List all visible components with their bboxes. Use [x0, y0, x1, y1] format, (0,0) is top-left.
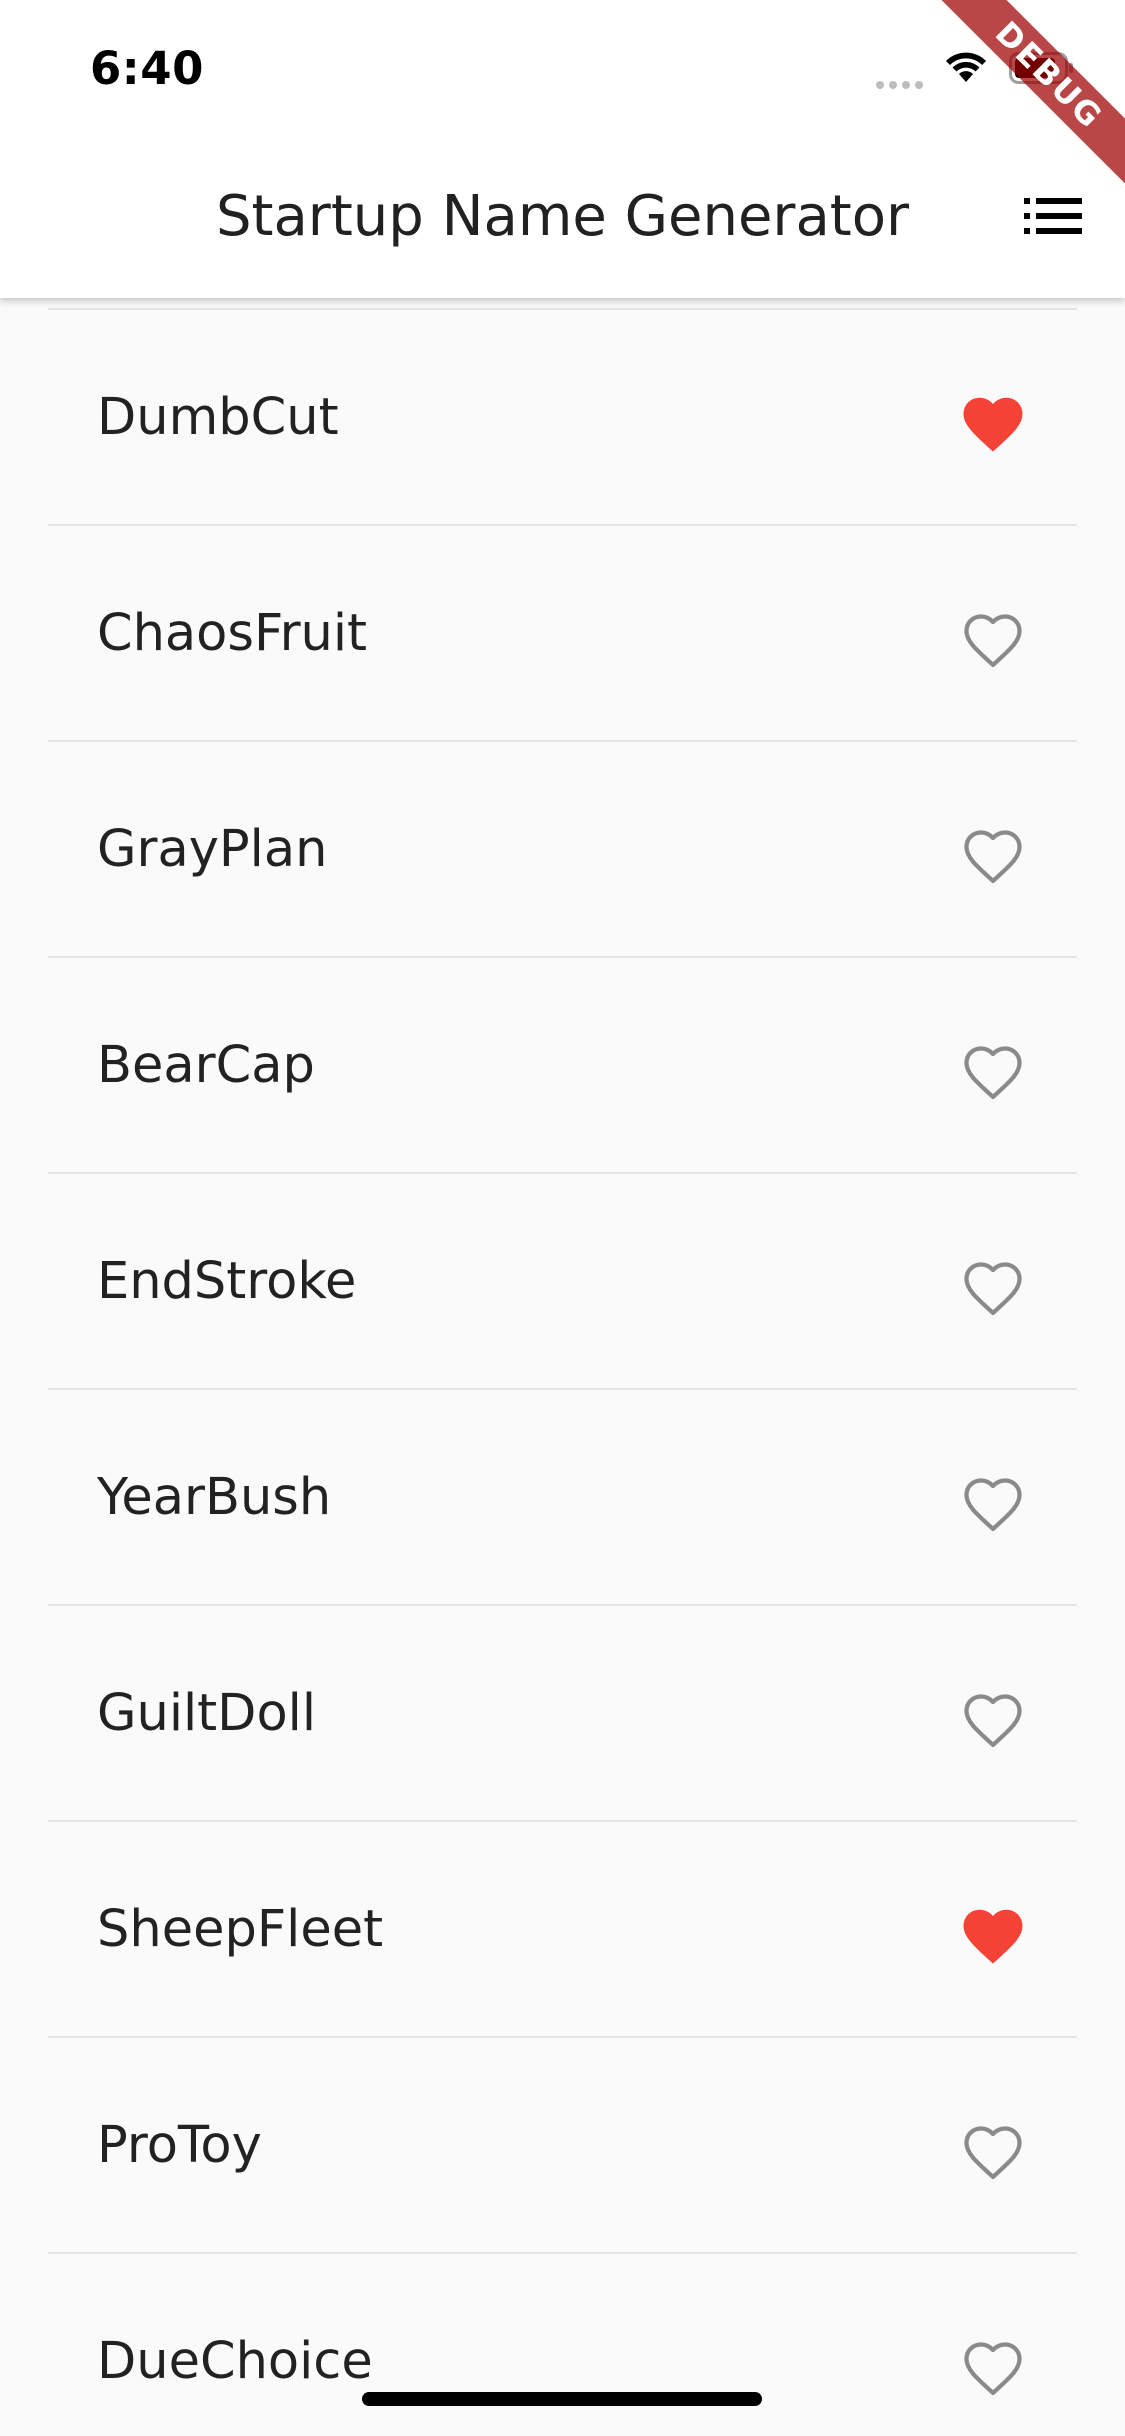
- favorite-outline-icon[interactable]: [950, 2326, 1036, 2412]
- favorite-filled-icon[interactable]: [950, 382, 1036, 468]
- wifi-icon: [945, 52, 987, 88]
- home-indicator[interactable]: [362, 2392, 762, 2406]
- suggestions-list[interactable]: DumbCut ChaosFruit GrayPlan BearCap EndStrok…: [0, 308, 1125, 2436]
- suggestion-name: EndStroke: [97, 1252, 357, 1311]
- list-item[interactable]: EndStroke: [0, 1174, 1125, 1390]
- suggestion-name: GuiltDoll: [97, 1684, 316, 1743]
- favorite-outline-icon[interactable]: [950, 1678, 1036, 1764]
- list-item[interactable]: BearCap: [0, 958, 1125, 1174]
- battery-icon: [1009, 51, 1075, 89]
- list-icon: [1024, 196, 1082, 240]
- suggestion-name: ProToy: [97, 2116, 262, 2175]
- list-item[interactable]: GuiltDoll: [0, 1606, 1125, 1822]
- saved-list-button[interactable]: [1011, 176, 1095, 260]
- suggestion-name: DumbCut: [97, 388, 339, 447]
- list-item[interactable]: YearBush: [0, 1390, 1125, 1606]
- page-title: Startup Name Generator: [215, 184, 910, 249]
- suggestion-name: BearCap: [97, 1036, 315, 1095]
- list-item[interactable]: ChaosFruit: [0, 526, 1125, 742]
- status-time: 6:40: [90, 42, 204, 95]
- favorite-outline-icon[interactable]: [950, 1462, 1036, 1548]
- favorite-filled-icon[interactable]: [950, 1894, 1036, 1980]
- favorite-outline-icon[interactable]: [950, 598, 1036, 684]
- favorite-outline-icon[interactable]: [950, 814, 1036, 900]
- app-bar: Startup Name Generator: [0, 140, 1125, 298]
- suggestion-name: GrayPlan: [97, 820, 328, 879]
- suggestion-name: SheepFleet: [97, 1900, 384, 1959]
- suggestion-name: YearBush: [97, 1468, 332, 1527]
- list-item[interactable]: SheepFleet: [0, 1822, 1125, 2038]
- cellular-signal-icon: [876, 51, 923, 89]
- favorite-outline-icon[interactable]: [950, 1246, 1036, 1332]
- favorite-outline-icon[interactable]: [950, 2110, 1036, 2196]
- status-bar: 6:40: [0, 0, 1125, 140]
- favorite-outline-icon[interactable]: [950, 1030, 1036, 1116]
- list-item[interactable]: DumbCut: [0, 310, 1125, 526]
- list-item[interactable]: DueChoice: [0, 2254, 1125, 2436]
- suggestion-name: DueChoice: [97, 2332, 373, 2391]
- status-icons: [876, 50, 1075, 90]
- list-item[interactable]: ProToy: [0, 2038, 1125, 2254]
- suggestion-name: ChaosFruit: [97, 604, 368, 663]
- app-screen: 6:40 DEBUG Startup Name Generator DumbCu…: [0, 0, 1125, 2436]
- list-item[interactable]: GrayPlan: [0, 742, 1125, 958]
